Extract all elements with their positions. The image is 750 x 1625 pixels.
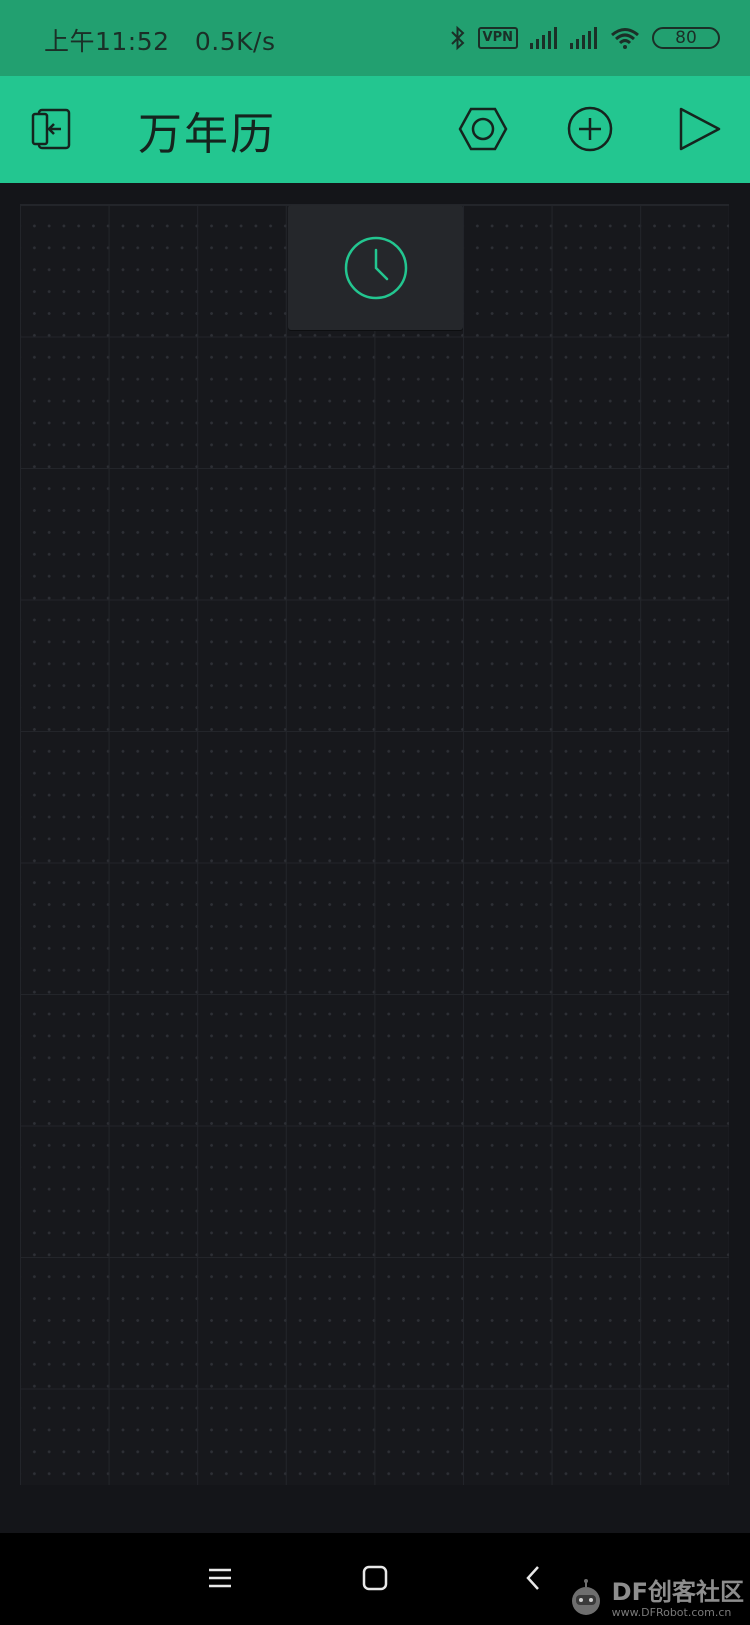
- status-time-speed: 上午11:52 0.5K/s: [44, 22, 276, 58]
- watermark-url: www.DFRobot.com.cn: [611, 1606, 732, 1619]
- exit-project-button[interactable]: [26, 101, 82, 157]
- dfrobot-watermark: DF创客社区 www.DFRobot.com.cn: [566, 1579, 744, 1619]
- wifi-icon: [611, 28, 639, 49]
- watermark-text: DF创客社区 www.DFRobot.com.cn: [612, 1580, 744, 1618]
- status-time: 上午11:52: [44, 27, 170, 56]
- bluetooth-icon: [450, 25, 464, 51]
- signal-icon: [570, 27, 597, 49]
- clock-icon: [344, 236, 407, 299]
- status-icons: VPN 80: [450, 20, 720, 56]
- recent-apps-button[interactable]: [195, 1553, 245, 1603]
- app-header: 万年历: [0, 76, 750, 183]
- network-speed: 0.5K/s: [194, 27, 276, 56]
- menu-icon: [209, 1568, 231, 1588]
- add-widget-button[interactable]: [562, 101, 618, 157]
- vpn-icon: VPN: [477, 27, 518, 49]
- robot-logo-icon: [571, 1579, 600, 1615]
- back-chevron-icon: [526, 1566, 539, 1590]
- status-bar: 上午11:52 0.5K/s VPN 80: [0, 0, 750, 76]
- battery-level: 80: [675, 28, 697, 48]
- battery-icon: 80: [652, 27, 720, 49]
- widget-canvas[interactable]: [20, 204, 729, 1485]
- back-button[interactable]: [508, 1553, 558, 1603]
- system-nav-bar: DF创客社区 www.DFRobot.com.cn: [0, 1533, 750, 1625]
- home-button[interactable]: [350, 1553, 400, 1603]
- watermark-brand: DF创客社区: [611, 1578, 744, 1606]
- exit-project-icon: [31, 108, 71, 150]
- project-title: 万年历: [138, 109, 276, 160]
- hexagon-settings-icon: [458, 107, 508, 151]
- rtc-clock-widget[interactable]: [288, 205, 463, 330]
- signal-icon: [530, 27, 557, 49]
- add-circle-icon: [567, 106, 613, 152]
- home-square-icon: [362, 1565, 388, 1591]
- play-icon: [679, 107, 721, 151]
- play-button[interactable]: [670, 101, 726, 157]
- project-settings-button[interactable]: [455, 101, 511, 157]
